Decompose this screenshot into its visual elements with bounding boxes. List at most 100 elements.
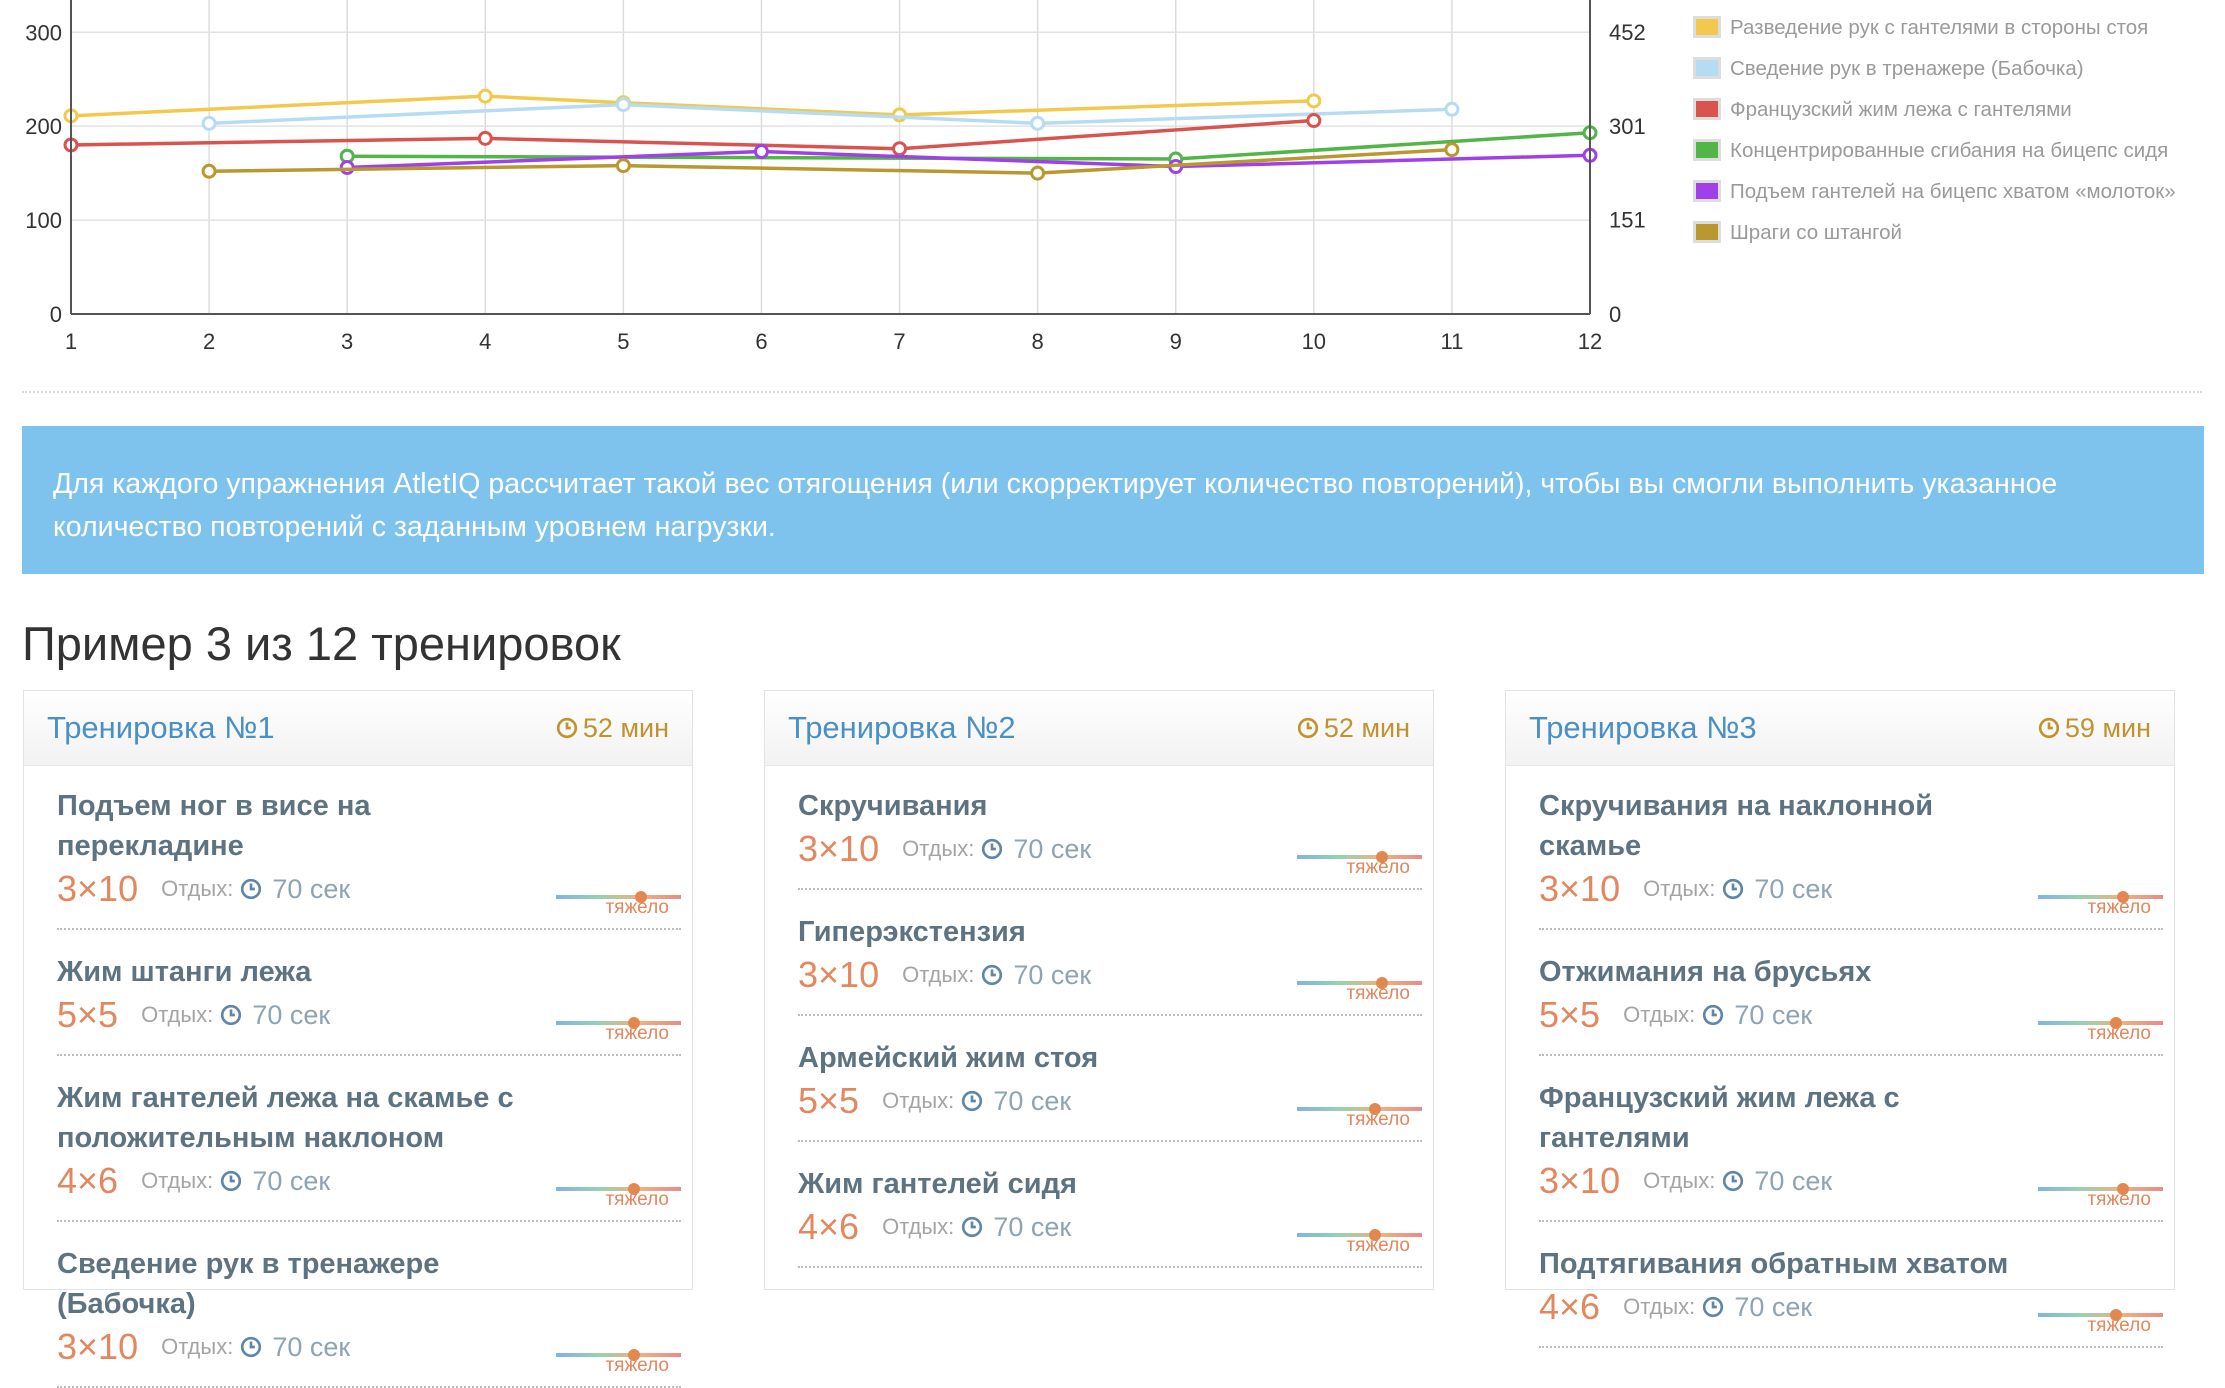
y-left-tick-label: 0 — [50, 302, 62, 327]
exercise-item[interactable]: Скручивания 3×10 Отдых: 70 сек тяжело — [798, 786, 1422, 890]
exercise-sets-reps: 3×10 — [1539, 1160, 1621, 1201]
y-left-tick-label: 300 — [25, 20, 62, 45]
y-right-tick-label: 452 — [1609, 20, 1646, 45]
x-tick-label: 10 — [1302, 329, 1326, 354]
intensity-scale: тяжело — [556, 1335, 681, 1376]
exercise-item[interactable]: Жим гантелей сидя 4×6 Отдых: 70 сек тяжело — [798, 1164, 1422, 1268]
exercise-name: Отжимания на брусьях — [1539, 956, 1872, 988]
legend-item[interactable]: Французский жим лежа с гантелями — [1693, 95, 2213, 125]
series-point — [1306, 93, 1322, 109]
exercise-sets-reps: 3×10 — [1539, 868, 1621, 909]
legend-swatch — [1693, 98, 1721, 120]
rest-label: Отдых: — [161, 876, 234, 901]
exercise-item[interactable]: Подтягивания обратным хватом 4×6 Отдых: 70 … — [1539, 1244, 2163, 1348]
exercise-item[interactable]: Армейский жим стоя 5×5 Отдых: 70 сек тяжело — [798, 1038, 1422, 1142]
x-tick-label: 9 — [1170, 329, 1182, 354]
x-tick-label: 12 — [1578, 329, 1602, 354]
workout-title-link[interactable]: Тренировка №1 — [47, 710, 275, 746]
legend-item[interactable]: Концентрированные сгибания на бицепс сид… — [1693, 136, 2213, 166]
intensity-scale: тяжело — [556, 1169, 681, 1210]
exercise-item[interactable]: Жим штанги лежа 5×5 Отдых: 70 сек тяжело — [57, 952, 681, 1056]
exercise-item[interactable]: Скручивания на наклонной скамье 3×10 Отдых… — [1539, 786, 2163, 930]
exercise-name: Скручивания — [798, 790, 988, 822]
intensity-scale: тяжело — [2038, 1295, 2163, 1336]
intensity-label: тяжело — [1346, 1235, 1410, 1256]
series-point — [477, 88, 493, 104]
exercise-item[interactable]: Подъем ног в висе на перекладине 3×10 Отды… — [57, 786, 681, 930]
clock-icon — [1722, 1170, 1749, 1192]
clock-icon — [556, 717, 583, 739]
exercise-item[interactable]: Французский жим лежа с гантелями 3×10 Отды… — [1539, 1078, 2163, 1222]
exercise-sets-reps: 4×6 — [57, 1160, 119, 1201]
series-point — [1306, 113, 1322, 129]
rest-label: Отдых: — [882, 1214, 955, 1239]
series-point — [1030, 115, 1046, 131]
rest-time: 70 сек — [272, 873, 351, 904]
legend-item[interactable]: Шраги со штангой — [1693, 218, 2213, 248]
intensity-scale: тяжело — [556, 1003, 681, 1044]
workout-title-link[interactable]: Тренировка №3 — [1529, 710, 1757, 746]
workout-card: Тренировка №3 59 мин Скручивания на наклон… — [1505, 690, 2175, 1348]
series-point — [201, 115, 217, 131]
clock-icon — [220, 1004, 247, 1026]
rest-time: 70 сек — [993, 1085, 1072, 1116]
workout-title-link[interactable]: Тренировка №2 — [788, 710, 1016, 746]
exercise-name: Французский жим лежа с гантелями — [1539, 1082, 1900, 1154]
exercise-sets-reps: 5×5 — [1539, 994, 1601, 1035]
intensity-label: тяжело — [605, 1189, 669, 1210]
rest-time: 70 сек — [1013, 959, 1092, 990]
rest-label: Отдых: — [1643, 1168, 1716, 1193]
exercise-name: Сведение рук в тренажере (Бабочка) — [57, 1248, 440, 1320]
rest-label: Отдых: — [161, 1334, 234, 1359]
workout-card-header: Тренировка №1 52 мин — [24, 691, 692, 766]
rest-label: Отдых: — [882, 1088, 955, 1113]
workout-duration: 52 мин — [1297, 713, 1410, 744]
legend-item[interactable]: Подъем гантелей на бицепс хватом «молото… — [1693, 177, 2213, 207]
legend-item[interactable]: Разведение рук с гантелями в стороны сто… — [1693, 13, 2213, 43]
intensity-label: тяжело — [2087, 1023, 2151, 1044]
intensity-label: тяжело — [605, 1355, 669, 1376]
clock-icon — [1297, 717, 1324, 739]
rest-time: 70 сек — [252, 999, 331, 1030]
rest-label: Отдых: — [141, 1002, 214, 1027]
exercise-sets-reps: 3×10 — [57, 1326, 139, 1367]
exercise-item[interactable]: Отжимания на брусьях 5×5 Отдых: 70 сек тяжел… — [1539, 952, 2163, 1056]
info-banner: Для каждого упражнения AtletIQ рассчитае… — [22, 426, 2204, 574]
exercise-name: Подтягивания обратным хватом — [1539, 1248, 2009, 1280]
series-point — [753, 144, 769, 160]
exercise-sets-reps: 3×10 — [798, 954, 880, 995]
exercise-name: Скручивания на наклонной скамье — [1539, 790, 1934, 862]
exercise-item[interactable]: Сведение рук в тренажере (Бабочка) 3×10 От… — [57, 1244, 681, 1388]
x-tick-label: 3 — [341, 329, 353, 354]
legend-label: Вертикальная тяга штанги к груди стоя — [1730, 0, 2101, 2]
x-tick-label: 7 — [893, 329, 905, 354]
series-point — [201, 163, 217, 179]
legend-item[interactable]: Вертикальная тяга штанги к груди стоя — [1693, 0, 2213, 2]
legend-swatch — [1693, 57, 1721, 79]
workout-duration-text: 52 мин — [1323, 712, 1410, 743]
workout-card: Тренировка №1 52 мин Подъем ног в висе на … — [23, 690, 693, 1388]
legend-label: Концентрированные сгибания на бицепс сид… — [1730, 139, 2169, 162]
rest-label: Отдых: — [1643, 876, 1716, 901]
rest-label: Отдых: — [1623, 1294, 1696, 1319]
chart-axes: 010020030001513014521 2 3 4 5 6 7 8 9 10 11 12 — [25, 0, 1646, 354]
x-tick-label: 4 — [479, 329, 491, 354]
clock-icon — [220, 1170, 247, 1192]
legend-item[interactable]: Сведение рук в тренажере (Бабочка) — [1693, 54, 2213, 84]
intensity-scale: тяжело — [1297, 963, 1422, 1004]
exercise-item[interactable]: Гиперэкстензия 3×10 Отдых: 70 сек тяжело — [798, 912, 1422, 1016]
exercise-sets-reps: 3×10 — [57, 868, 139, 909]
series-line — [209, 102, 1452, 126]
clock-icon — [1702, 1004, 1729, 1026]
chart-series — [63, 88, 1598, 181]
intensity-label: тяжело — [605, 1023, 669, 1044]
legend-swatch — [1693, 221, 1721, 243]
y-right-tick-label: 151 — [1609, 208, 1646, 233]
exercise-item[interactable]: Жим гантелей лежа на скамье с положитель… — [57, 1078, 681, 1222]
intensity-label: тяжело — [2087, 1189, 2151, 1210]
x-tick-label: 2 — [203, 329, 215, 354]
clock-icon — [981, 964, 1008, 986]
x-tick-label: 6 — [755, 329, 767, 354]
exercise-name: Армейский жим стоя — [798, 1042, 1099, 1074]
intensity-scale: тяжело — [1297, 837, 1422, 878]
